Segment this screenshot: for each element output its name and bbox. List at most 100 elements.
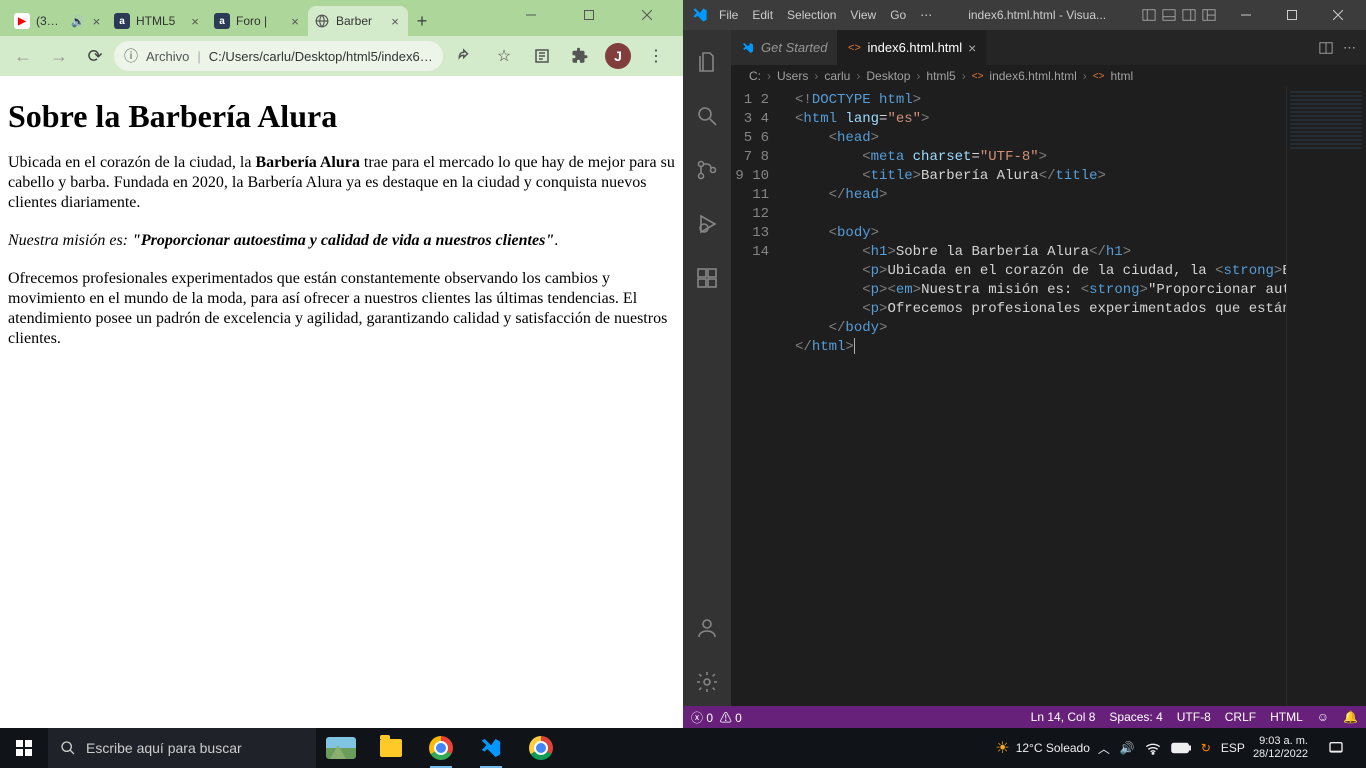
source-control-icon[interactable]: [683, 146, 731, 194]
tray-volume-icon[interactable]: 🔊: [1120, 741, 1135, 755]
taskbar-app-chrome-canary[interactable]: [516, 728, 566, 768]
new-tab-button[interactable]: +: [408, 6, 436, 36]
reading-list-icon[interactable]: [525, 39, 559, 73]
close-window-button[interactable]: [627, 1, 667, 29]
accounts-icon[interactable]: [683, 604, 731, 652]
breadcrumb-item[interactable]: Desktop: [866, 69, 910, 83]
vscode-titlebar[interactable]: File Edit Selection View Go ⋯ index6.htm…: [683, 0, 1366, 30]
close-tab-icon[interactable]: ×: [388, 14, 402, 28]
taskbar-app-vscode[interactable]: [466, 728, 516, 768]
language-indicator[interactable]: ESP: [1221, 741, 1245, 755]
status-notifications-icon[interactable]: 🔔: [1343, 710, 1358, 724]
start-button[interactable]: [0, 728, 48, 768]
minimize-button[interactable]: [511, 1, 551, 29]
close-window-button[interactable]: [1318, 1, 1358, 29]
settings-gear-icon[interactable]: [683, 658, 731, 706]
breadcrumb-item[interactable]: html5: [926, 69, 955, 83]
share-icon[interactable]: [449, 39, 483, 73]
back-button[interactable]: ←: [6, 39, 40, 73]
taskbar-search[interactable]: Escribe aquí para buscar: [48, 728, 316, 768]
chrome-tab-alura1[interactable]: a HTML5 ×: [108, 6, 208, 36]
html-file-icon: <>: [847, 41, 861, 55]
close-tab-icon[interactable]: ×: [968, 40, 976, 56]
breadcrumb-item[interactable]: C:: [749, 69, 761, 83]
vscode-logo-icon: [691, 6, 709, 24]
toggle-secondary-icon[interactable]: [1182, 8, 1196, 22]
menu-edit[interactable]: Edit: [752, 8, 773, 22]
breadcrumb-item[interactable]: html: [1110, 69, 1133, 83]
run-debug-icon[interactable]: [683, 200, 731, 248]
extensions-icon[interactable]: [683, 254, 731, 302]
weather-widget[interactable]: ☀ 12°C Soleado: [995, 738, 1090, 758]
status-lncol[interactable]: Ln 14, Col 8: [1031, 710, 1096, 724]
minimap[interactable]: [1286, 87, 1366, 706]
status-lang[interactable]: HTML: [1270, 710, 1303, 724]
chrome-titlebar[interactable]: ▶ (34 ◂ ◂ 🔊 × a HTML5 × a Foro | ×: [0, 0, 683, 36]
notifications-icon[interactable]: [1316, 740, 1356, 756]
status-problems[interactable]: ⓧ 0 ⚠ 0: [691, 709, 742, 726]
alura-icon: a: [114, 13, 130, 29]
bookmark-star-icon[interactable]: ☆: [487, 39, 521, 73]
site-info-icon[interactable]: ⓘ: [124, 46, 138, 66]
split-editor-icon[interactable]: [1319, 41, 1333, 55]
tray-battery-icon[interactable]: [1171, 742, 1191, 754]
customize-layout-icon[interactable]: [1202, 8, 1216, 22]
toggle-sidebar-icon[interactable]: [1142, 8, 1156, 22]
menu-selection[interactable]: Selection: [787, 8, 836, 22]
status-feedback-icon[interactable]: ☺: [1317, 710, 1329, 724]
chrome-tab-youtube[interactable]: ▶ (34 ◂ ◂ 🔊 ×: [8, 6, 108, 36]
taskbar-app-landscape[interactable]: [316, 728, 366, 768]
tab-label: Barber: [336, 14, 372, 28]
editor-tab-getstarted[interactable]: Get Started: [731, 30, 837, 65]
minimize-button[interactable]: [1226, 1, 1266, 29]
status-encoding[interactable]: UTF-8: [1177, 710, 1211, 724]
tab-label: Foro |: [236, 14, 267, 28]
menu-file[interactable]: File: [719, 8, 738, 22]
chrome-tab-active[interactable]: Barber ×: [308, 6, 408, 36]
tray-chevron-up-icon[interactable]: ︿: [1098, 740, 1110, 757]
breadcrumb-item[interactable]: carlu: [824, 69, 850, 83]
menu-overflow[interactable]: ⋯: [920, 8, 932, 22]
tray-update-icon[interactable]: ↻: [1201, 741, 1211, 755]
code-content[interactable]: <!DOCTYPE html> <html lang="es"> <head> …: [783, 87, 1366, 706]
breadcrumbs[interactable]: C:› Users› carlu› Desktop› html5› <> ind…: [731, 65, 1366, 87]
close-tab-icon[interactable]: ×: [188, 14, 202, 28]
forward-button[interactable]: →: [42, 39, 76, 73]
editor-tab-active[interactable]: <> index6.html.html ×: [837, 30, 986, 65]
toggle-panel-icon[interactable]: [1162, 8, 1176, 22]
address-bar[interactable]: ⓘ Archivo | C:/Users/carlu/Desktop/html5…: [114, 41, 443, 71]
extensions-puzzle-icon[interactable]: [563, 39, 597, 73]
taskbar-clock[interactable]: 9:03 a. m. 28/12/2022: [1253, 735, 1308, 761]
windows-taskbar: Escribe aquí para buscar ☀ 12°C Soleado …: [0, 728, 1366, 768]
status-eol[interactable]: CRLF: [1225, 710, 1256, 724]
chrome-menu-icon[interactable]: ⋮: [639, 39, 673, 73]
taskbar-app-explorer[interactable]: [366, 728, 416, 768]
reload-button[interactable]: ⟳: [78, 39, 112, 73]
page-content[interactable]: Sobre la Barbería Alura Ubicada en el co…: [0, 76, 683, 728]
menu-view[interactable]: View: [850, 8, 876, 22]
breadcrumb-item[interactable]: Users: [777, 69, 808, 83]
search-icon[interactable]: [683, 92, 731, 140]
breadcrumb-item[interactable]: index6.html.html: [989, 69, 1076, 83]
alura-icon: a: [214, 13, 230, 29]
editor-area: Get Started <> index6.html.html × ⋯ C:›: [731, 30, 1366, 706]
chrome-tab-alura2[interactable]: a Foro | ×: [208, 6, 308, 36]
speaker-icon[interactable]: 🔊: [71, 15, 85, 28]
more-actions-icon[interactable]: ⋯: [1343, 40, 1356, 56]
code-editor[interactable]: 1 2 3 4 5 6 7 8 9 10 11 12 13 14 <!DOCTY…: [731, 87, 1366, 706]
status-spaces[interactable]: Spaces: 4: [1109, 710, 1162, 724]
taskbar-app-chrome[interactable]: [416, 728, 466, 768]
maximize-button[interactable]: [569, 1, 609, 29]
tab-label: (34 ◂ ◂: [36, 14, 65, 28]
close-tab-icon[interactable]: ×: [91, 14, 102, 28]
clock-time: 9:03 a. m.: [1253, 735, 1308, 748]
explorer-icon[interactable]: [683, 38, 731, 86]
editor-tab-actions: ⋯: [1309, 30, 1366, 65]
menu-go[interactable]: Go: [890, 8, 906, 22]
close-tab-icon[interactable]: ×: [288, 14, 302, 28]
maximize-button[interactable]: [1272, 1, 1312, 29]
profile-avatar[interactable]: J: [601, 39, 635, 73]
paragraph-1: Ubicada en el corazón de la ciudad, la B…: [8, 153, 675, 213]
warning-icon: ⚠: [720, 711, 732, 725]
tray-wifi-icon[interactable]: [1145, 741, 1161, 755]
